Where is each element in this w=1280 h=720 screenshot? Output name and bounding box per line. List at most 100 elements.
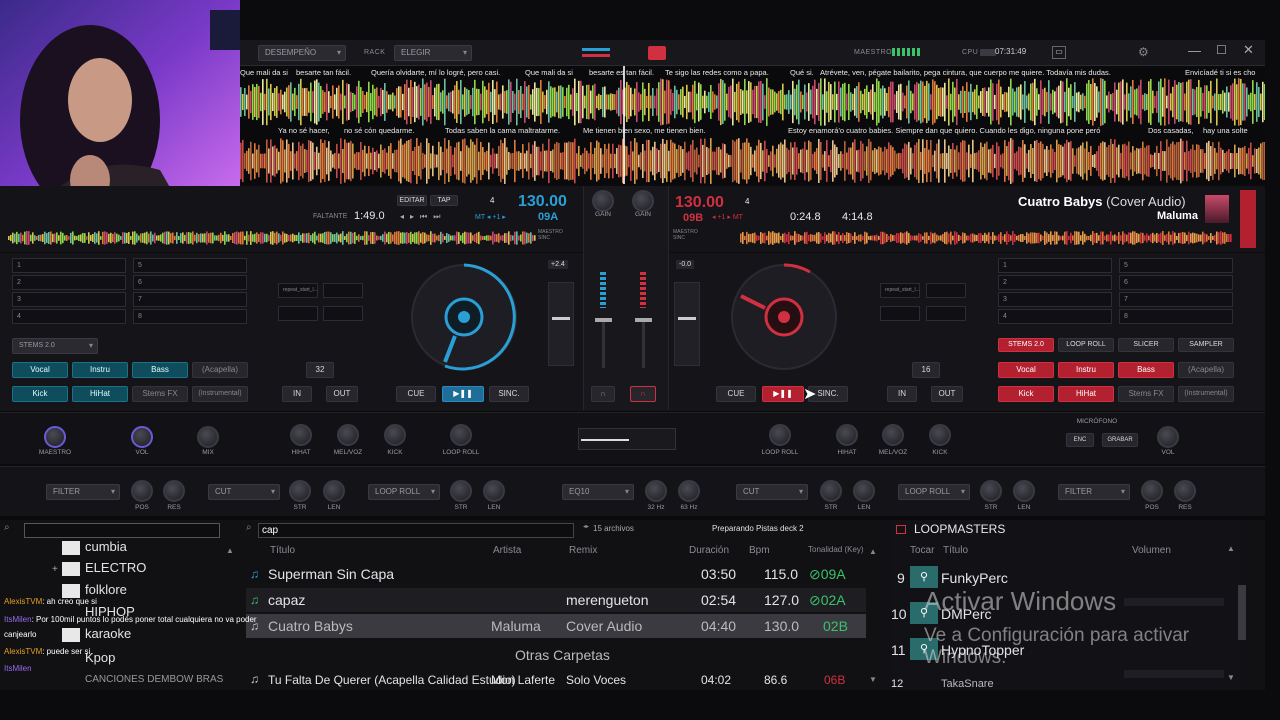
cue-left-button[interactable]: CUE: [396, 386, 436, 402]
jog-wheel-right[interactable]: [725, 258, 843, 376]
crossfader[interactable]: [578, 428, 676, 450]
cut-left-select[interactable]: CUT: [208, 484, 280, 500]
res-knob[interactable]: [163, 480, 185, 502]
hotcue-pad[interactable]: 7: [1119, 292, 1233, 307]
stem-kick-button[interactable]: Kick: [12, 386, 68, 402]
folder-item[interactable]: karaoke: [85, 622, 131, 646]
record-icon[interactable]: ▭: [1052, 46, 1066, 59]
stem-bass-button[interactable]: Bass: [132, 362, 188, 378]
mini-waveform-right[interactable]: [740, 231, 1232, 245]
volume-bar[interactable]: [1124, 598, 1224, 606]
str-knob[interactable]: [289, 480, 311, 502]
loop-roll-left-select[interactable]: LOOP ROLL: [368, 484, 440, 500]
stem-instrumental-button[interactable]: (Instrumental): [1178, 386, 1234, 402]
col-bpm[interactable]: Bpm: [749, 545, 770, 556]
pitch-slider-left[interactable]: [548, 282, 574, 366]
volume-fader-right[interactable]: [635, 318, 652, 368]
loop-out-left-button[interactable]: OUT: [326, 386, 358, 402]
loop-in-left-button[interactable]: IN: [282, 386, 312, 402]
res-knob[interactable]: [1174, 480, 1196, 502]
layout-mode-select[interactable]: DESEMPEÑO: [258, 45, 346, 61]
scroll-up-icon[interactable]: ▲: [226, 546, 234, 555]
filter-left-select[interactable]: FILTER: [46, 484, 120, 500]
saved-loop-slot-empty[interactable]: [323, 306, 363, 321]
hotcue-pad[interactable]: 8: [1119, 309, 1233, 324]
mt-icon-left[interactable]: MT ◂ +1 ▸: [475, 213, 506, 221]
len-knob[interactable]: [483, 480, 505, 502]
headphone-right-icon[interactable]: ∩: [630, 386, 656, 402]
str-knob[interactable]: [980, 480, 1002, 502]
jog-wheel-left[interactable]: [405, 258, 523, 376]
settings-gear-icon[interactable]: ⚙: [1138, 45, 1149, 59]
stem-acapella-button[interactable]: (Acapella): [1178, 362, 1234, 378]
master-sync-right[interactable]: MAESTRO SINC: [673, 229, 703, 241]
stem-bass-button[interactable]: Bass: [1118, 362, 1174, 378]
loop-roll-right-select[interactable]: LOOP ROLL: [898, 484, 970, 500]
scroll-down-icon[interactable]: ▼: [1227, 673, 1235, 682]
fx-knob[interactable]: [929, 424, 951, 446]
fx-knob[interactable]: [836, 424, 858, 446]
gain-right-knob[interactable]: [632, 190, 654, 212]
deck-color-icon[interactable]: [648, 46, 666, 60]
hotcue-pad[interactable]: 2: [12, 275, 126, 290]
tap-button[interactable]: TAP: [430, 195, 458, 206]
stem-kick-button[interactable]: Kick: [998, 386, 1054, 402]
hotcue-pad[interactable]: 3: [998, 292, 1112, 307]
fx-knob[interactable]: [450, 424, 472, 446]
pos-knob[interactable]: [131, 480, 153, 502]
saved-loop-slot-empty[interactable]: [880, 306, 920, 321]
stem-instrumental-button[interactable]: (Instrumental): [192, 386, 248, 402]
stems-mode-select[interactable]: STEMS 2.0: [12, 338, 98, 354]
loop-out-right-button[interactable]: OUT: [931, 386, 963, 402]
loop-size-left[interactable]: 32: [306, 362, 334, 378]
saved-loop-slot-empty[interactable]: [323, 283, 363, 298]
hotcue-pad[interactable]: 1: [12, 258, 126, 273]
eq-63hz-knob[interactable]: [678, 480, 700, 502]
headphone-left-icon[interactable]: ∩: [591, 386, 615, 402]
col-title[interactable]: Título: [270, 545, 295, 556]
col-remix[interactable]: Remix: [569, 545, 597, 556]
pad-mode-slicer[interactable]: SLICER: [1118, 338, 1174, 352]
volume-fader-left[interactable]: [595, 318, 612, 368]
hotcue-pad[interactable]: 5: [1119, 258, 1233, 273]
play-left-button[interactable]: ▶❚❚: [442, 386, 484, 402]
mix-knob[interactable]: [197, 426, 219, 448]
saved-loop-slot-empty[interactable]: [926, 283, 966, 298]
col-artist[interactable]: Artista: [493, 545, 521, 556]
sampler-play-icon[interactable]: ⚲: [910, 566, 938, 588]
transport-icons-left[interactable]: ◂▸⏮⏭: [400, 212, 446, 222]
len-knob[interactable]: [323, 480, 345, 502]
minimize-icon[interactable]: —: [1188, 43, 1201, 58]
len-knob[interactable]: [853, 480, 875, 502]
track-search-input[interactable]: cap: [258, 523, 574, 538]
cut-right-select[interactable]: CUT: [736, 484, 808, 500]
col-duration[interactable]: Duración: [689, 545, 729, 556]
filter-right-select[interactable]: FILTER: [1058, 484, 1130, 500]
table-row[interactable]: ♫ Superman Sin Capa 03:50 115.0 ⊘09A: [246, 562, 866, 586]
waveform-deck-right[interactable]: [240, 138, 1265, 184]
fx-knob[interactable]: [769, 424, 791, 446]
mini-waveform-left[interactable]: [8, 231, 536, 245]
master-sync-left[interactable]: MAESTRO SINC: [538, 229, 568, 241]
edit-button[interactable]: EDITAR: [397, 195, 427, 206]
deck-layout-icon[interactable]: [582, 46, 610, 60]
mic-volume-knob[interactable]: [1157, 426, 1179, 448]
other-folders-label[interactable]: Otras Carpetas: [515, 643, 610, 667]
fx-knob[interactable]: [337, 424, 359, 446]
hotcue-pad[interactable]: 2: [998, 275, 1112, 290]
mic-record-button[interactable]: GRABAR: [1102, 433, 1138, 447]
waveform-area[interactable]: Que mali da si besarte tan fácil. Quería…: [240, 66, 1265, 184]
table-row-selected[interactable]: ♫ Cuatro Babys Maluma Cover Audio 04:40 …: [246, 614, 866, 638]
eq-select[interactable]: EQ10: [562, 484, 634, 500]
table-row[interactable]: ♫ capaz merengueton 02:54 127.0 ⊘02A: [246, 588, 866, 612]
eq-32hz-knob[interactable]: [645, 480, 667, 502]
pos-knob[interactable]: [1141, 480, 1163, 502]
mt-icon-right[interactable]: ◂ +1 ▸ MT: [712, 213, 743, 221]
pitch-slider-right[interactable]: [674, 282, 700, 366]
hotcue-pad[interactable]: 6: [1119, 275, 1233, 290]
hotcue-pad[interactable]: 1: [998, 258, 1112, 273]
scroll-up-icon[interactable]: ▲: [869, 547, 877, 556]
sampler-item[interactable]: TakaSnare: [941, 672, 994, 696]
table-row[interactable]: ♫ Tu Falta De Querer (Acapella Calidad E…: [246, 668, 866, 688]
gain-left-knob[interactable]: [592, 190, 614, 212]
